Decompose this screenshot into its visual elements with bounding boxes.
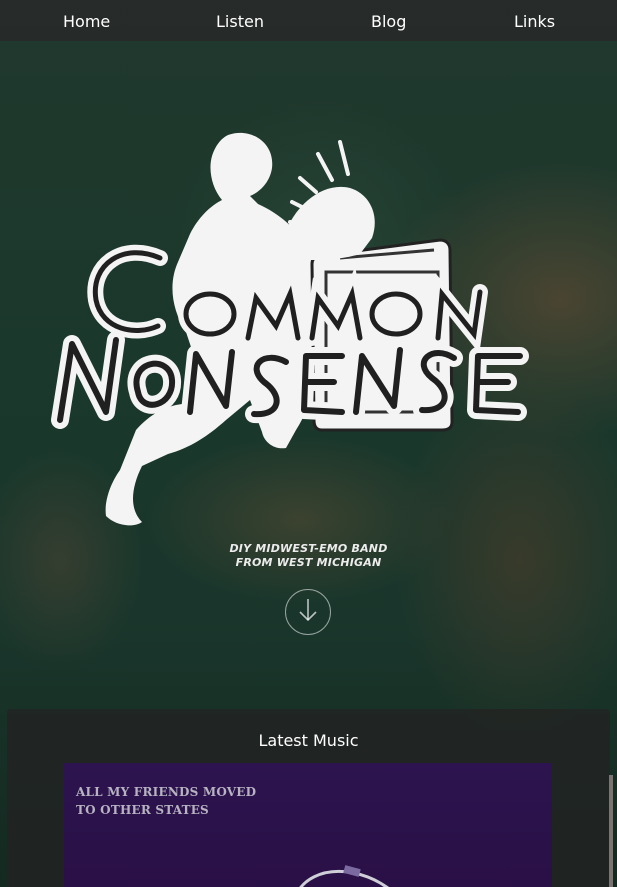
latest-music-heading: Latest Music [258, 731, 359, 750]
band-tagline: DIY MIDWEST-EMO BAND FROM WEST MICHIGAN [0, 542, 617, 570]
band-logo [50, 130, 570, 530]
nav-home-link[interactable]: Home [63, 12, 110, 31]
tagline-line-1: DIY MIDWEST-EMO BAND [229, 542, 388, 555]
carousel-next-edge [609, 775, 613, 887]
album-cover-title: ALL MY FRIENDS MOVED TO OTHER STATES [76, 785, 257, 817]
nav-listen-link[interactable]: Listen [216, 12, 264, 31]
nav-blog-link[interactable]: Blog [371, 12, 406, 31]
nav-links-link[interactable]: Links [514, 12, 555, 31]
tagline-line-2: FROM WEST MICHIGAN [235, 556, 382, 569]
arrow-down-icon [296, 597, 320, 627]
top-navigation: Home Listen Blog Links [0, 0, 617, 41]
album-cable-art [299, 865, 390, 887]
latest-album-cover[interactable]: ALL MY FRIENDS MOVED TO OTHER STATES [64, 763, 552, 887]
scroll-down-button[interactable] [285, 589, 331, 635]
